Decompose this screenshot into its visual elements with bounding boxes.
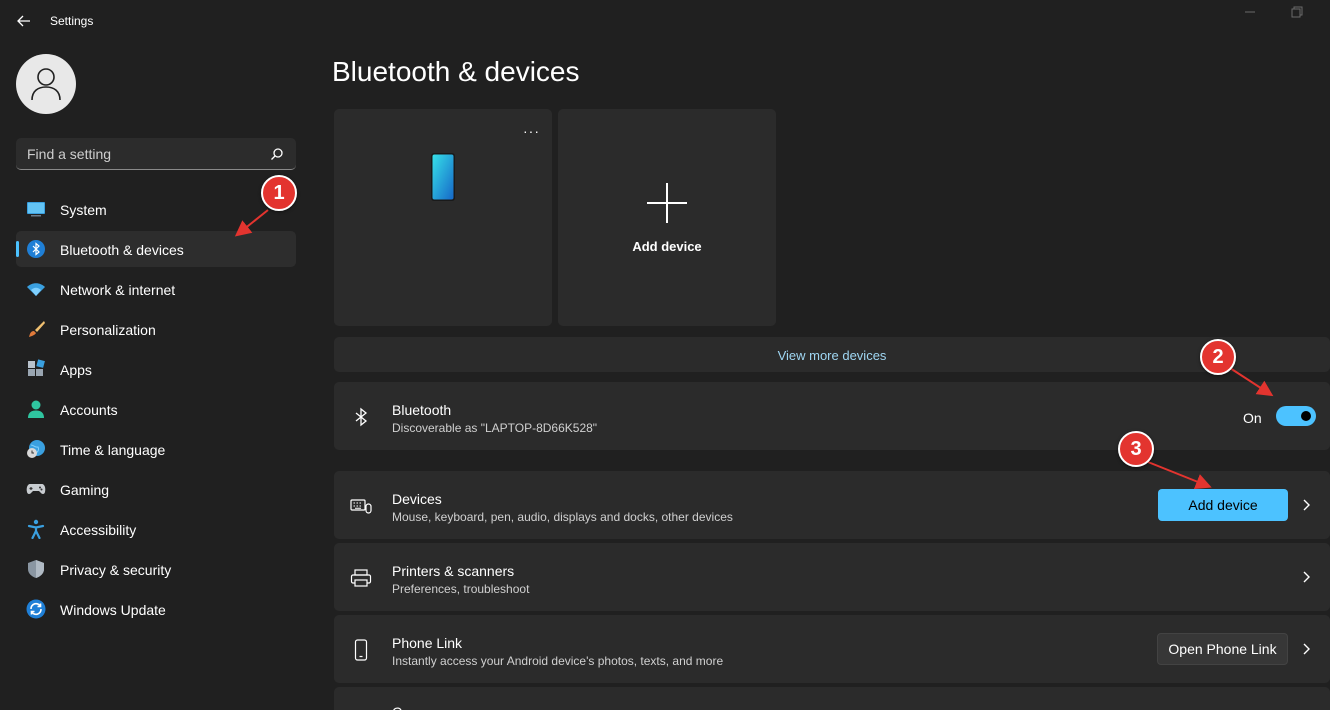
title-bar: Settings: [0, 0, 1330, 42]
person-icon: [28, 400, 44, 418]
user-icon: [31, 68, 61, 101]
search-box: [16, 138, 296, 170]
minimize-icon[interactable]: [1240, 2, 1260, 22]
device-card[interactable]: ···: [334, 109, 552, 326]
sidebar-item-label: Personalization: [60, 322, 156, 338]
globe-clock-icon: [27, 440, 45, 458]
phone-icon: [354, 639, 368, 661]
sidebar-item-bluetooth[interactable]: Bluetooth & devices: [16, 231, 296, 267]
sidebar-item-label: Privacy & security: [60, 562, 172, 578]
sidebar-item-label: Windows Update: [60, 602, 166, 618]
printers-title: Printers & scanners: [392, 563, 515, 579]
add-device-button[interactable]: Add device: [1158, 489, 1288, 521]
toggle-knob: [1301, 411, 1311, 421]
keyboard-mouse-icon: [350, 499, 372, 514]
paintbrush-icon: [29, 321, 45, 337]
sidebar-item-gaming[interactable]: Gaming: [16, 471, 296, 507]
sidebar-item-system[interactable]: System: [16, 191, 296, 227]
sidebar-item-personalization[interactable]: Personalization: [16, 311, 296, 347]
search-icon[interactable]: [270, 147, 284, 161]
sidebar-item-accessibility[interactable]: Accessibility: [16, 511, 296, 547]
devices-title: Devices: [392, 491, 442, 507]
accessibility-icon: [27, 519, 45, 539]
annotation-badge-1: 1: [261, 175, 297, 211]
avatar[interactable]: [16, 54, 76, 114]
phone-link-subtitle: Instantly access your Android device's p…: [392, 654, 724, 668]
app-title: Settings: [50, 14, 94, 28]
sidebar-item-label: Bluetooth & devices: [60, 242, 184, 258]
bluetooth-icon: [27, 240, 45, 258]
sidebar-item-privacy-security[interactable]: Privacy & security: [16, 551, 296, 587]
bluetooth-icon: [355, 407, 368, 427]
sidebar-item-label: Gaming: [60, 482, 110, 498]
annotation-badge-3: 3: [1118, 431, 1154, 467]
bluetooth-toggle[interactable]: [1276, 406, 1316, 426]
next-row-title: C: [392, 704, 402, 710]
more-options-icon[interactable]: ···: [523, 123, 540, 139]
search-input[interactable]: [16, 138, 266, 169]
chevron-right-icon[interactable]: [1300, 641, 1312, 657]
sidebar-item-windows-update[interactable]: Windows Update: [16, 591, 296, 627]
add-device-label: Add device: [632, 239, 702, 254]
printers-scanners-row[interactable]: Printers & scanners Preferences, trouble…: [334, 543, 1330, 611]
shield-icon: [28, 560, 44, 578]
add-device-card[interactable]: Add device: [558, 109, 776, 326]
sidebar-item-label: Accessibility: [60, 522, 137, 538]
chevron-right-icon[interactable]: [1300, 497, 1312, 513]
back-arrow-icon[interactable]: [14, 11, 34, 31]
plus-icon: [647, 183, 687, 223]
phone-device-icon: [431, 153, 455, 201]
sidebar-item-label: System: [60, 202, 107, 218]
sidebar-item-apps[interactable]: Apps: [16, 351, 296, 387]
next-settings-row[interactable]: C: [334, 687, 1330, 710]
apps-icon: [28, 359, 45, 376]
sidebar-item-time-language[interactable]: Time & language: [16, 431, 296, 467]
phone-link-title: Phone Link: [392, 635, 463, 651]
devices-subtitle: Mouse, keyboard, pen, audio, displays an…: [392, 510, 733, 524]
devices-row[interactable]: Devices Mouse, keyboard, pen, audio, dis…: [334, 471, 1330, 539]
bluetooth-title: Bluetooth: [392, 402, 452, 418]
sidebar-item-accounts[interactable]: Accounts: [16, 391, 296, 427]
restore-icon[interactable]: [1286, 2, 1306, 22]
bluetooth-subtitle: Discoverable as "LAPTOP-8D66K528": [392, 421, 598, 435]
printers-subtitle: Preferences, troubleshoot: [392, 582, 530, 596]
sidebar-item-network[interactable]: Network & internet: [16, 271, 296, 307]
gamepad-icon: [26, 484, 46, 494]
sidebar-item-label: Accounts: [60, 402, 118, 418]
view-more-devices-button[interactable]: View more devices: [334, 337, 1330, 372]
bluetooth-row: Bluetooth Discoverable as "LAPTOP-8D66K5…: [334, 382, 1330, 450]
printer-icon: [350, 569, 372, 587]
sidebar-item-label: Time & language: [60, 442, 166, 458]
sidebar-item-label: Apps: [60, 362, 92, 378]
page-title: Bluetooth & devices: [332, 56, 580, 87]
toggle-state-label: On: [1243, 410, 1262, 426]
annotation-badge-2: 2: [1200, 339, 1236, 375]
sidebar-item-label: Network & internet: [60, 282, 176, 298]
sidebar-nav: System Bluetooth & devices Network & int…: [16, 191, 296, 631]
view-more-label: View more devices: [777, 348, 887, 363]
chevron-right-icon[interactable]: [1300, 569, 1312, 585]
phone-link-row[interactable]: Phone Link Instantly access your Android…: [334, 615, 1330, 683]
monitor-icon: [27, 202, 45, 217]
wifi-icon: [27, 283, 45, 296]
update-icon: [26, 599, 46, 619]
open-phone-link-button[interactable]: Open Phone Link: [1157, 633, 1288, 665]
